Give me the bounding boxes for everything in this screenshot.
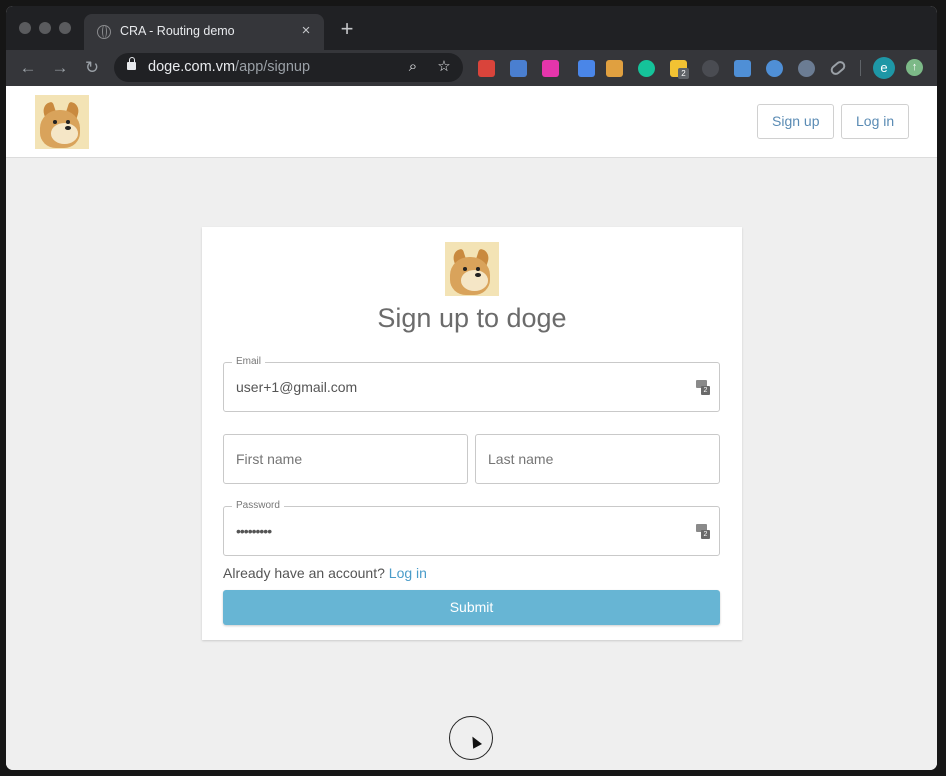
login-prompt-text: Already have an account?: [223, 565, 385, 581]
lock-icon: [127, 57, 136, 70]
bookmark-star-icon[interactable]: ☆: [435, 58, 453, 76]
toolbar-divider: [860, 60, 861, 76]
url-host: doge.com.vm: [148, 59, 236, 75]
eyedropper-extension-icon[interactable]: [578, 60, 595, 77]
reload-icon[interactable]: ↻: [82, 58, 102, 78]
first-name-field[interactable]: First name: [223, 434, 468, 484]
maximize-window-button[interactable]: [59, 22, 71, 34]
new-tab-button[interactable]: +: [338, 18, 356, 40]
password-field[interactable]: Password ••••••••• 2: [223, 500, 720, 556]
grammarly-extension-icon[interactable]: [638, 60, 655, 77]
url-path: /app/signup: [235, 59, 311, 75]
profile-avatar[interactable]: e: [873, 57, 895, 79]
email-label: Email: [232, 356, 266, 367]
mouse-cursor-icon: [468, 734, 482, 749]
back-icon[interactable]: ←: [18, 58, 38, 78]
close-tab-icon[interactable]: ×: [298, 22, 314, 40]
password-label: Password: [232, 500, 284, 511]
json-viewer-extension-icon[interactable]: [510, 60, 527, 77]
last-name-field[interactable]: Last name: [475, 434, 720, 484]
submit-button[interactable]: Submit: [223, 590, 720, 625]
graphql-extension-icon[interactable]: [542, 60, 559, 77]
doge-logo[interactable]: [35, 95, 89, 149]
forward-icon[interactable]: →: [50, 58, 70, 78]
form-title: Sign up to doge: [377, 303, 567, 333]
rainbow-extension-icon[interactable]: [606, 60, 623, 77]
signup-card: Sign up to doge Email user+1@gmail.com 2…: [202, 227, 742, 640]
click-indicator: [449, 716, 493, 760]
email-field[interactable]: Email user+1@gmail.com 2: [223, 356, 720, 412]
email-value: user+1@gmail.com: [236, 379, 358, 395]
browser-window: CRA - Routing demo × + ← → ↻ doge.com.vm…: [6, 6, 937, 770]
site-header: Sign up Log in: [6, 86, 937, 158]
notes-extension-icon[interactable]: 2: [670, 60, 689, 79]
minimize-window-button[interactable]: [39, 22, 51, 34]
header-login-button[interactable]: Log in: [841, 104, 910, 139]
update-icon[interactable]: ↑: [906, 59, 923, 76]
password-manager-icon[interactable]: 2: [696, 523, 710, 539]
square-extension-icon[interactable]: [734, 60, 751, 77]
browser-tab[interactable]: CRA - Routing demo ×: [84, 14, 324, 50]
address-bar[interactable]: doge.com.vm/app/signup ⌕ ☆: [114, 53, 463, 82]
colorzilla-extension-icon[interactable]: [478, 60, 495, 77]
doge-avatar: [445, 242, 499, 296]
globe-extension-icon[interactable]: [798, 60, 815, 77]
tab-strip: CRA - Routing demo × +: [6, 6, 937, 50]
globe-icon: [97, 25, 111, 39]
page: Sign up Log in Sign up to doge Email use…: [6, 86, 937, 770]
zoom-icon[interactable]: ⌕: [404, 58, 422, 76]
header-signup-button[interactable]: Sign up: [757, 104, 835, 139]
password-value: •••••••••: [236, 523, 272, 539]
react-devtools-extension-icon[interactable]: [702, 60, 719, 77]
last-name-placeholder: Last name: [488, 451, 554, 467]
first-name-placeholder: First name: [236, 451, 303, 467]
login-link[interactable]: Log in: [389, 565, 427, 581]
tab-title: CRA - Routing demo: [120, 24, 235, 38]
link-extension-icon[interactable]: [828, 59, 848, 77]
browser-toolbar: ← → ↻ doge.com.vm/app/signup ⌕ ☆ 2 e ↑: [6, 50, 937, 86]
fps-extension-icon[interactable]: [766, 60, 783, 77]
url-text[interactable]: doge.com.vm/app/signup: [148, 59, 310, 75]
close-window-button[interactable]: [19, 22, 31, 34]
extension-badge: 2: [678, 68, 689, 79]
password-manager-icon[interactable]: 2: [696, 379, 710, 395]
login-prompt: Already have an account? Log in: [223, 565, 427, 581]
